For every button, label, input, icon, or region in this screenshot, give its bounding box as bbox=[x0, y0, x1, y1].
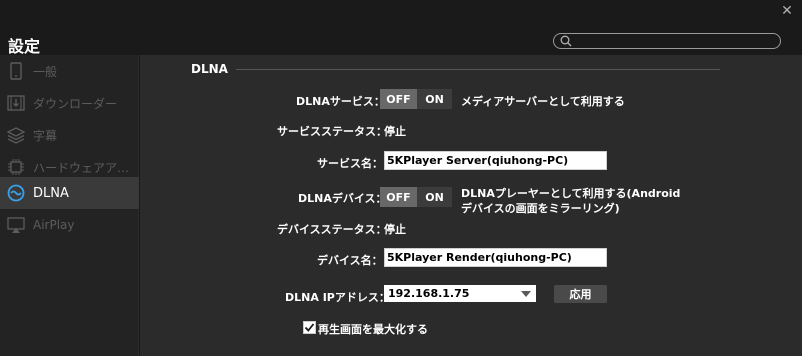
dlna-service-label: DLNAサービス： bbox=[296, 95, 385, 108]
service-status-value: 停止 bbox=[384, 125, 406, 138]
ip-address-value: 192.168.1.75 bbox=[388, 287, 470, 300]
maximize-label: 再生画面を最大化する bbox=[318, 323, 428, 336]
dlna-device-on-button[interactable]: ON bbox=[417, 187, 452, 207]
search-icon bbox=[560, 35, 572, 47]
sidebar: 一般 ダウンローダー 字幕 ハードウェアア… DLNA AirPlay bbox=[0, 55, 139, 356]
airplay-icon bbox=[6, 215, 26, 235]
apply-button[interactable]: 応用 bbox=[554, 285, 607, 303]
dlna-service-toggle[interactable]: OFF ON bbox=[380, 89, 452, 109]
service-name-field[interactable]: 5KPlayer Server(qiuhong-PC) bbox=[384, 151, 607, 170]
sidebar-item-general[interactable]: 一般 bbox=[0, 55, 139, 87]
chip-icon bbox=[6, 157, 26, 177]
sidebar-item-airplay[interactable]: AirPlay bbox=[0, 209, 139, 241]
device-name-label: デバイス名： bbox=[317, 254, 383, 267]
dlna-service-description: メディアサーバーとして利用する bbox=[461, 95, 625, 108]
service-name-label: サービス名： bbox=[317, 157, 383, 170]
dlna-device-label: DLNAデバイス： bbox=[298, 192, 387, 205]
ip-address-select[interactable]: 192.168.1.75 bbox=[384, 285, 536, 302]
sidebar-item-label: ハードウェアア… bbox=[33, 160, 130, 175]
maximize-checkbox[interactable] bbox=[303, 321, 316, 334]
film-download-icon bbox=[6, 93, 26, 113]
title-bar: ✕ bbox=[0, 0, 802, 24]
sidebar-item-label: DLNA bbox=[33, 185, 69, 201]
chevron-down-icon bbox=[521, 291, 531, 297]
device-status-value: 停止 bbox=[384, 223, 406, 236]
dlna-service-off-button[interactable]: OFF bbox=[380, 89, 417, 109]
search-input[interactable] bbox=[576, 34, 776, 48]
sidebar-item-subtitles[interactable]: 字幕 bbox=[0, 119, 139, 151]
sidebar-item-label: AirPlay bbox=[33, 218, 75, 232]
dlna-device-description-line1: DLNAプレーヤーとして利用する(Android bbox=[461, 187, 681, 200]
ip-address-label: DLNA IPアドレス： bbox=[285, 291, 390, 304]
device-status-label: デバイスステータス： bbox=[277, 223, 387, 236]
sidebar-item-downloader[interactable]: ダウンローダー bbox=[0, 87, 139, 119]
sidebar-item-dlna[interactable]: DLNA bbox=[0, 177, 139, 209]
sidebar-item-label: 一般 bbox=[33, 64, 58, 79]
checkmark-icon bbox=[304, 323, 315, 332]
search-box[interactable] bbox=[553, 33, 781, 49]
section-divider bbox=[236, 69, 720, 70]
service-status-label: サービスステータス： bbox=[277, 125, 387, 138]
phone-icon bbox=[6, 61, 26, 81]
dlna-device-toggle[interactable]: OFF ON bbox=[380, 187, 452, 207]
device-name-field[interactable]: 5KPlayer Render(qiuhong-PC) bbox=[384, 248, 607, 267]
section-title: DLNA bbox=[191, 62, 228, 76]
sidebar-item-label: 字幕 bbox=[33, 128, 58, 143]
dlna-service-on-button[interactable]: ON bbox=[417, 89, 452, 109]
dlna-device-off-button[interactable]: OFF bbox=[380, 187, 417, 207]
sidebar-item-label: ダウンローダー bbox=[33, 96, 118, 111]
close-button[interactable]: ✕ bbox=[778, 2, 796, 20]
dlna-icon bbox=[6, 183, 26, 203]
layers-icon bbox=[6, 125, 26, 145]
page-title: 設定 bbox=[8, 37, 41, 56]
dlna-device-description-line2: デバイスの画面をミラーリング) bbox=[461, 202, 620, 215]
